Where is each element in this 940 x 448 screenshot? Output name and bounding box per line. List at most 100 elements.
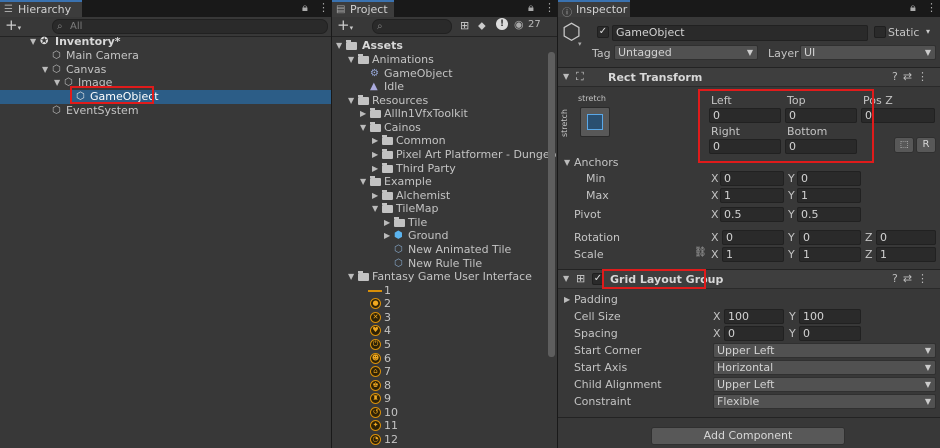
- project-item[interactable]: ✦ 11: [332, 419, 557, 433]
- tab-inspector[interactable]: ⓘ Inspector: [558, 0, 630, 19]
- pivot-x-field[interactable]: 0.5: [720, 207, 784, 222]
- project-item[interactable]: ▶ Common: [332, 134, 557, 148]
- expand-arrow-icon[interactable]: ▼: [372, 202, 378, 216]
- project-item[interactable]: ▶ Pixel Art Platformer - Dungeon: [332, 148, 557, 162]
- rect-transform-header[interactable]: ▼ ⛶ Rect Transform ?⇄⋮: [558, 67, 940, 87]
- collapsed-arrow-icon[interactable]: ▶: [372, 189, 378, 203]
- expand-arrow-icon[interactable]: ▼: [360, 121, 366, 135]
- anchor-max-x-field[interactable]: 1: [720, 188, 784, 203]
- anchor-min-y-field[interactable]: 0: [797, 171, 861, 186]
- project-item[interactable]: ♥ 4: [332, 324, 557, 338]
- constrain-proportions-link-icon[interactable]: ⛓: [694, 247, 707, 258]
- tag-dropdown[interactable]: Untagged ▼: [614, 45, 758, 60]
- static-dropdown-icon[interactable]: ▾: [926, 27, 930, 36]
- pivot-y-field[interactable]: 0.5: [797, 207, 861, 222]
- collapsed-arrow-icon[interactable]: ▶: [372, 162, 378, 176]
- constraint-dropdown[interactable]: Flexible ▼: [713, 394, 936, 409]
- kebab-menu-icon[interactable]: ⋮: [926, 1, 937, 14]
- project-item[interactable]: ↺ 10: [332, 406, 557, 420]
- static-checkbox[interactable]: [874, 26, 886, 38]
- component-header-icons[interactable]: ?⇄⋮: [892, 272, 933, 285]
- anchor-max-y-field[interactable]: 1: [797, 188, 861, 203]
- active-checkbox[interactable]: ✓: [597, 26, 609, 38]
- scene-row[interactable]: ▼ ✪ Inventory*: [0, 35, 331, 49]
- project-item[interactable]: ▶ Tile: [332, 216, 557, 230]
- expand-arrow-icon[interactable]: ▼: [348, 270, 354, 284]
- collapsed-arrow-icon[interactable]: ▶: [384, 229, 390, 243]
- create-dropdown-button[interactable]: +▾: [337, 17, 353, 37]
- kebab-menu-icon[interactable]: ⋮: [544, 1, 555, 14]
- expand-arrow-icon[interactable]: ▼: [54, 76, 60, 90]
- expand-arrow-icon[interactable]: ▶: [564, 295, 570, 304]
- collapse-arrow-icon[interactable]: ▼: [563, 72, 569, 81]
- add-component-button[interactable]: Add Component: [651, 427, 845, 445]
- spacing-y-field[interactable]: 0: [799, 326, 861, 341]
- expand-arrow-icon[interactable]: ▼: [348, 53, 354, 67]
- component-enabled-checkbox[interactable]: ✓: [592, 273, 604, 285]
- kebab-menu-icon[interactable]: ⋮: [318, 1, 329, 14]
- project-item[interactable]: ▼ TileMap: [332, 202, 557, 216]
- cell-size-y-field[interactable]: 100: [799, 309, 861, 324]
- project-item[interactable]: ▼ Animations: [332, 53, 557, 67]
- hierarchy-item-eventsystem[interactable]: ⬡ EventSystem: [0, 104, 331, 118]
- project-search-input[interactable]: ⌕: [372, 19, 452, 34]
- hierarchy-search-input[interactable]: ⌕ All: [52, 19, 328, 34]
- collapsed-arrow-icon[interactable]: ▶: [372, 134, 378, 148]
- anchors-label[interactable]: Anchors: [574, 156, 619, 169]
- expand-arrow-icon[interactable]: ▼: [42, 63, 48, 77]
- project-item[interactable]: ▶ Alchemist: [332, 189, 557, 203]
- project-item[interactable]: ⚙ GameObject: [332, 67, 557, 81]
- project-item[interactable]: 1: [332, 284, 557, 298]
- warning-filter-icon[interactable]: !: [496, 18, 508, 30]
- hierarchy-item-gameobject[interactable]: ⬡ GameObject: [0, 90, 331, 104]
- project-item[interactable]: ▼ Example: [332, 175, 557, 189]
- project-scrollbar[interactable]: [548, 52, 555, 357]
- project-item[interactable]: ☻ 6: [332, 352, 557, 366]
- lock-icon[interactable]: 🔒︎: [528, 1, 534, 15]
- tab-project[interactable]: ▤ Project: [332, 0, 394, 17]
- expand-arrow-icon[interactable]: ▼: [564, 158, 570, 167]
- top-field[interactable]: 0: [785, 108, 857, 123]
- bottom-field[interactable]: 0: [785, 139, 857, 154]
- hierarchy-item-main-camera[interactable]: ⬡ Main Camera: [0, 49, 331, 63]
- project-item[interactable]: ▶ ⬢ Ground: [332, 229, 557, 243]
- anchor-min-x-field[interactable]: 0: [720, 171, 784, 186]
- scale-z-field[interactable]: 1: [876, 247, 936, 262]
- expand-arrow-icon[interactable]: ▼: [360, 175, 366, 189]
- grid-layout-group-header[interactable]: ▼ ⊞ ✓ Grid Layout Group ?⇄⋮: [558, 269, 940, 289]
- search-by-label-icon[interactable]: ⬥: [478, 19, 486, 33]
- padding-label[interactable]: Padding: [574, 293, 618, 306]
- raw-edit-button[interactable]: R: [916, 137, 936, 153]
- posz-field[interactable]: 0: [861, 108, 935, 123]
- project-item[interactable]: ⬡ New Rule Tile: [332, 257, 557, 271]
- lock-icon[interactable]: 🔒︎: [302, 1, 308, 15]
- start-corner-dropdown[interactable]: Upper Left ▼: [713, 343, 936, 358]
- blueprint-mode-button[interactable]: ⬚: [894, 137, 914, 153]
- project-item[interactable]: ⬡ New Animated Tile: [332, 243, 557, 257]
- project-item[interactable]: ⏻ 5: [332, 338, 557, 352]
- rotation-y-field[interactable]: 0: [799, 230, 861, 245]
- project-item[interactable]: ♜ 9: [332, 392, 557, 406]
- project-item[interactable]: ✕ 3: [332, 311, 557, 325]
- hierarchy-item-canvas[interactable]: ▼ ⬡ Canvas: [0, 63, 331, 77]
- spacing-x-field[interactable]: 0: [724, 326, 784, 341]
- expand-arrow-icon[interactable]: ▼: [30, 35, 36, 49]
- tab-hierarchy[interactable]: ☰ Hierarchy: [0, 0, 82, 17]
- assets-root-row[interactable]: ▼ Assets: [332, 39, 557, 53]
- add-dropdown-button[interactable]: +▾: [5, 17, 21, 37]
- hidden-packages-eye-icon[interactable]: ◉: [514, 18, 524, 31]
- project-item[interactable]: ◔ 12: [332, 433, 557, 447]
- child-alignment-dropdown[interactable]: Upper Left ▼: [713, 377, 936, 392]
- scale-y-field[interactable]: 1: [799, 247, 861, 262]
- rotation-x-field[interactable]: 0: [722, 230, 784, 245]
- start-axis-dropdown[interactable]: Horizontal ▼: [713, 360, 936, 375]
- expand-arrow-icon[interactable]: ▼: [348, 94, 354, 108]
- cell-size-x-field[interactable]: 100: [724, 309, 784, 324]
- hierarchy-item-image[interactable]: ▼ ⬡ Image: [0, 76, 331, 90]
- project-item[interactable]: ⌂ 7: [332, 365, 557, 379]
- project-item[interactable]: ▼ Resources: [332, 94, 557, 108]
- component-header-icons[interactable]: ?⇄⋮: [892, 70, 933, 83]
- rotation-z-field[interactable]: 0: [876, 230, 936, 245]
- project-item[interactable]: ▶ Third Party: [332, 162, 557, 176]
- lock-icon[interactable]: 🔒︎: [910, 1, 916, 15]
